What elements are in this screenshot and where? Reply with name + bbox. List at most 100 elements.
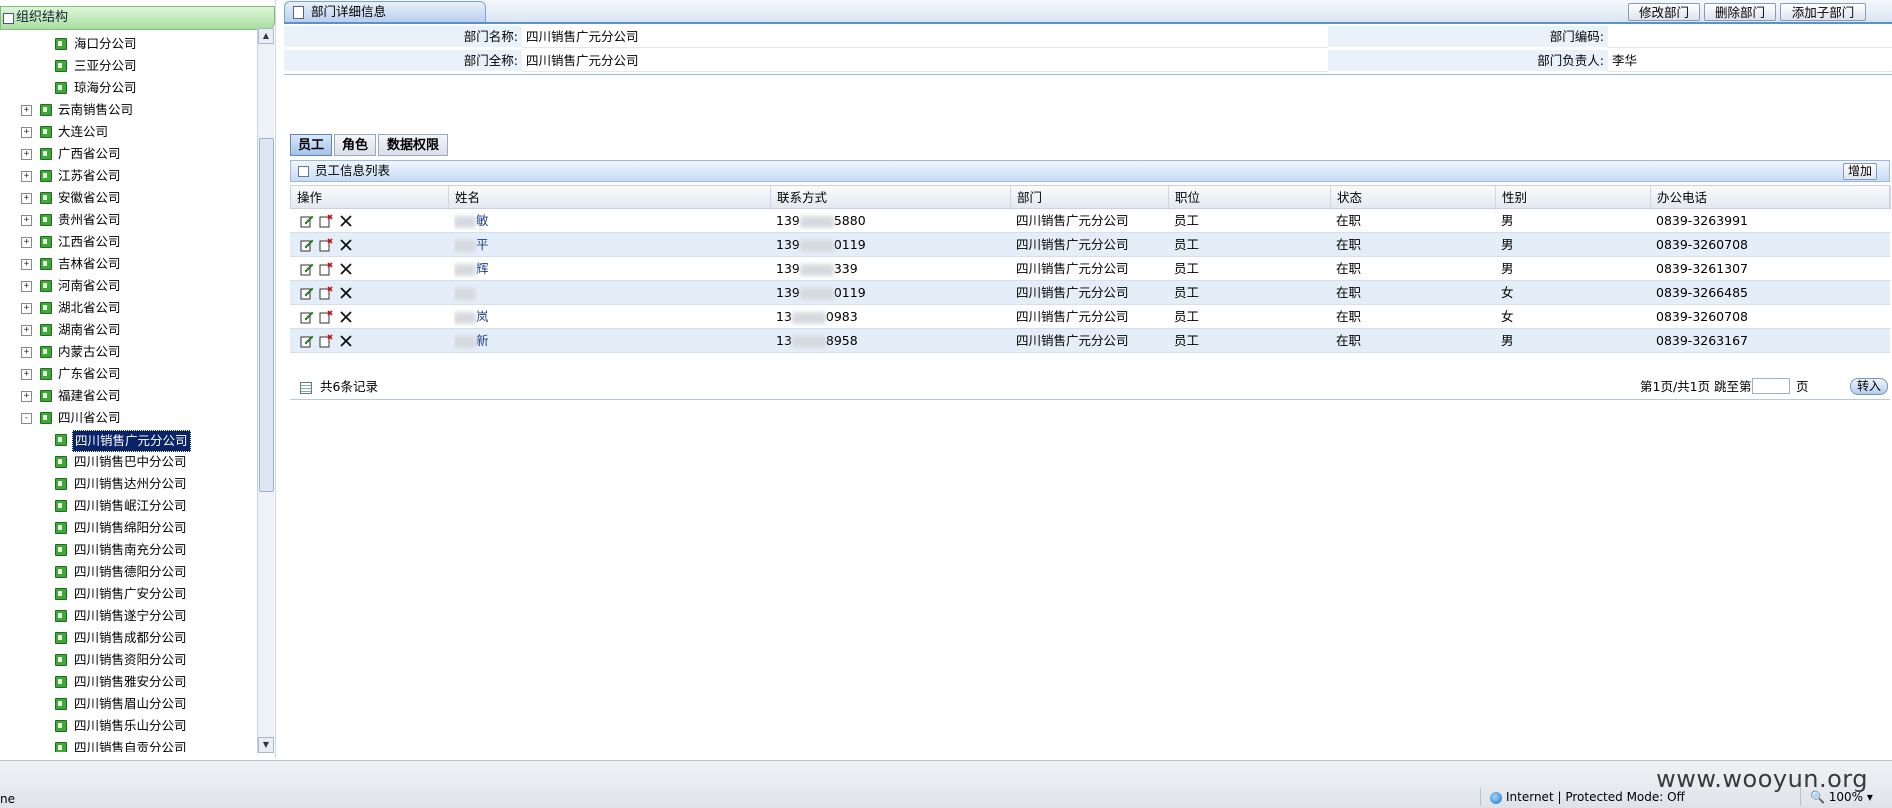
tree-item[interactable]: + 广东省公司	[0, 364, 256, 384]
tree-item-label[interactable]: 琼海分公司	[74, 78, 137, 98]
tab-employees[interactable]: 员工	[290, 134, 332, 156]
scroll-up-button[interactable]: ▲	[258, 28, 274, 44]
assign-role-icon[interactable]	[319, 334, 333, 348]
assign-role-icon[interactable]	[319, 310, 333, 324]
expand-icon[interactable]: +	[21, 347, 32, 358]
employee-name-link[interactable]: 新	[476, 333, 489, 348]
delete-icon[interactable]	[339, 262, 353, 276]
employee-name-link[interactable]: 敏	[476, 213, 489, 228]
tree-item[interactable]: + 云南销售公司	[0, 100, 256, 120]
expand-icon[interactable]: +	[21, 281, 32, 292]
edit-icon[interactable]	[300, 334, 314, 348]
tree-item-label[interactable]: 广东省公司	[58, 364, 121, 384]
tree-item[interactable]: 四川销售雅安分公司	[0, 672, 256, 692]
tree-item-label[interactable]: 福建省公司	[58, 386, 121, 406]
tree-item-label[interactable]: 四川销售乐山分公司	[74, 716, 187, 736]
column-header-office-phone[interactable]: 办公电话	[1651, 186, 1891, 210]
tree-item-label[interactable]: 吉林省公司	[58, 254, 121, 274]
tree-item[interactable]: 海口分公司	[0, 34, 256, 54]
tree-item-label[interactable]: 四川销售遂宁分公司	[74, 606, 187, 626]
tree-scrollbar[interactable]: ▲ ▼	[257, 28, 274, 753]
tree-item[interactable]: + 贵州省公司	[0, 210, 256, 230]
tree-item-label[interactable]: 江西省公司	[58, 232, 121, 252]
tree-item[interactable]: + 湖南省公司	[0, 320, 256, 340]
assign-role-icon[interactable]	[319, 214, 333, 228]
expand-icon[interactable]: +	[21, 391, 32, 402]
delete-icon[interactable]	[339, 286, 353, 300]
assign-role-icon[interactable]	[319, 286, 333, 300]
column-header-status[interactable]: 状态	[1331, 186, 1496, 210]
employee-name-link[interactable]: 辉	[476, 261, 489, 276]
delete-icon[interactable]	[339, 214, 353, 228]
collapse-icon[interactable]	[298, 166, 309, 177]
tree-item[interactable]: 四川销售广安分公司	[0, 584, 256, 604]
tree-item[interactable]: + 湖北省公司	[0, 298, 256, 318]
employee-name-link[interactable]: 平	[476, 237, 489, 252]
tree-item-label[interactable]: 内蒙古公司	[58, 342, 121, 362]
tree-item[interactable]: 四川销售巴中分公司	[0, 452, 256, 472]
tree-item[interactable]: + 福建省公司	[0, 386, 256, 406]
column-header-department[interactable]: 部门	[1011, 186, 1169, 210]
tree-item-label[interactable]: 四川销售达州分公司	[74, 474, 187, 494]
expand-icon[interactable]: +	[21, 325, 32, 336]
tree-item-label[interactable]: 湖北省公司	[58, 298, 121, 318]
column-header-ops[interactable]: 操作	[291, 186, 449, 210]
security-zone[interactable]: Internet | Protected Mode: Off	[1490, 790, 1685, 804]
tree-item[interactable]: 四川销售自贡分公司	[0, 738, 256, 752]
tree-item[interactable]: + 广西省公司	[0, 144, 256, 164]
delete-icon[interactable]	[339, 334, 353, 348]
tree-item[interactable]: 四川销售资阳分公司	[0, 650, 256, 670]
tree-item-label[interactable]: 湖南省公司	[58, 320, 121, 340]
tree-item[interactable]: 四川销售乐山分公司	[0, 716, 256, 736]
tree-item-label[interactable]: 四川销售巴中分公司	[74, 452, 187, 472]
tree-item-label[interactable]: 云南销售公司	[58, 100, 133, 120]
tree-item-label[interactable]: 河南省公司	[58, 276, 121, 296]
tree-item-label[interactable]: 三亚分公司	[74, 56, 137, 76]
tab-roles[interactable]: 角色	[334, 134, 376, 156]
tree-item[interactable]: + 大连公司	[0, 122, 256, 142]
tree-item[interactable]: - 四川省公司	[0, 408, 256, 428]
expand-icon[interactable]: +	[21, 149, 32, 160]
tree-item[interactable]: 四川销售德阳分公司	[0, 562, 256, 582]
delete-department-button[interactable]: 删除部门	[1704, 3, 1776, 21]
tree-item[interactable]: 四川销售绵阳分公司	[0, 518, 256, 538]
delete-icon[interactable]	[339, 238, 353, 252]
edit-icon[interactable]	[300, 238, 314, 252]
tree-item[interactable]: 四川销售达州分公司	[0, 474, 256, 494]
zoom-level[interactable]: 🔍 100% ▾	[1810, 790, 1873, 804]
tree-item-label[interactable]: 四川销售绵阳分公司	[74, 518, 187, 538]
tree-item-label[interactable]: 四川销售雅安分公司	[74, 672, 187, 692]
tree-item[interactable]: + 江西省公司	[0, 232, 256, 252]
tree-item[interactable]: 四川销售广元分公司	[0, 430, 256, 452]
edit-icon[interactable]	[300, 214, 314, 228]
column-header-name[interactable]: 姓名	[449, 186, 771, 210]
column-header-contact[interactable]: 联系方式	[771, 186, 1011, 210]
expand-icon[interactable]: +	[21, 171, 32, 182]
page-number-input[interactable]	[1752, 378, 1790, 394]
tree-item[interactable]: 三亚分公司	[0, 56, 256, 76]
add-child-department-button[interactable]: 添加子部门	[1780, 3, 1866, 21]
employee-name-link[interactable]: 岚	[476, 309, 489, 324]
tree-item-label[interactable]: 海口分公司	[74, 34, 137, 54]
tree-item-label[interactable]: 大连公司	[58, 122, 108, 142]
tree-item[interactable]: 四川销售南充分公司	[0, 540, 256, 560]
tree-item-label[interactable]: 四川销售岷江分公司	[74, 496, 187, 516]
tree-item-label[interactable]: 四川销售南充分公司	[74, 540, 187, 560]
tree-item[interactable]: 琼海分公司	[0, 78, 256, 98]
add-employee-button[interactable]: 增加	[1843, 163, 1877, 180]
delete-icon[interactable]	[339, 310, 353, 324]
tab-data-permissions[interactable]: 数据权限	[378, 134, 448, 156]
tree-item-label[interactable]: 广西省公司	[58, 144, 121, 164]
column-header-position[interactable]: 职位	[1169, 186, 1331, 210]
expand-icon[interactable]: +	[21, 215, 32, 226]
tree-item-label[interactable]: 四川销售广安分公司	[74, 584, 187, 604]
assign-role-icon[interactable]	[319, 262, 333, 276]
scroll-down-button[interactable]: ▼	[258, 737, 274, 753]
go-page-button[interactable]: 转入	[1850, 378, 1888, 395]
tree-item[interactable]: 四川销售眉山分公司	[0, 694, 256, 714]
column-header-gender[interactable]: 性别	[1496, 186, 1651, 210]
tree-item-label[interactable]: 贵州省公司	[58, 210, 121, 230]
tree-item-label[interactable]: 四川销售眉山分公司	[74, 694, 187, 714]
expand-icon[interactable]: +	[21, 237, 32, 248]
tree-item[interactable]: + 吉林省公司	[0, 254, 256, 274]
